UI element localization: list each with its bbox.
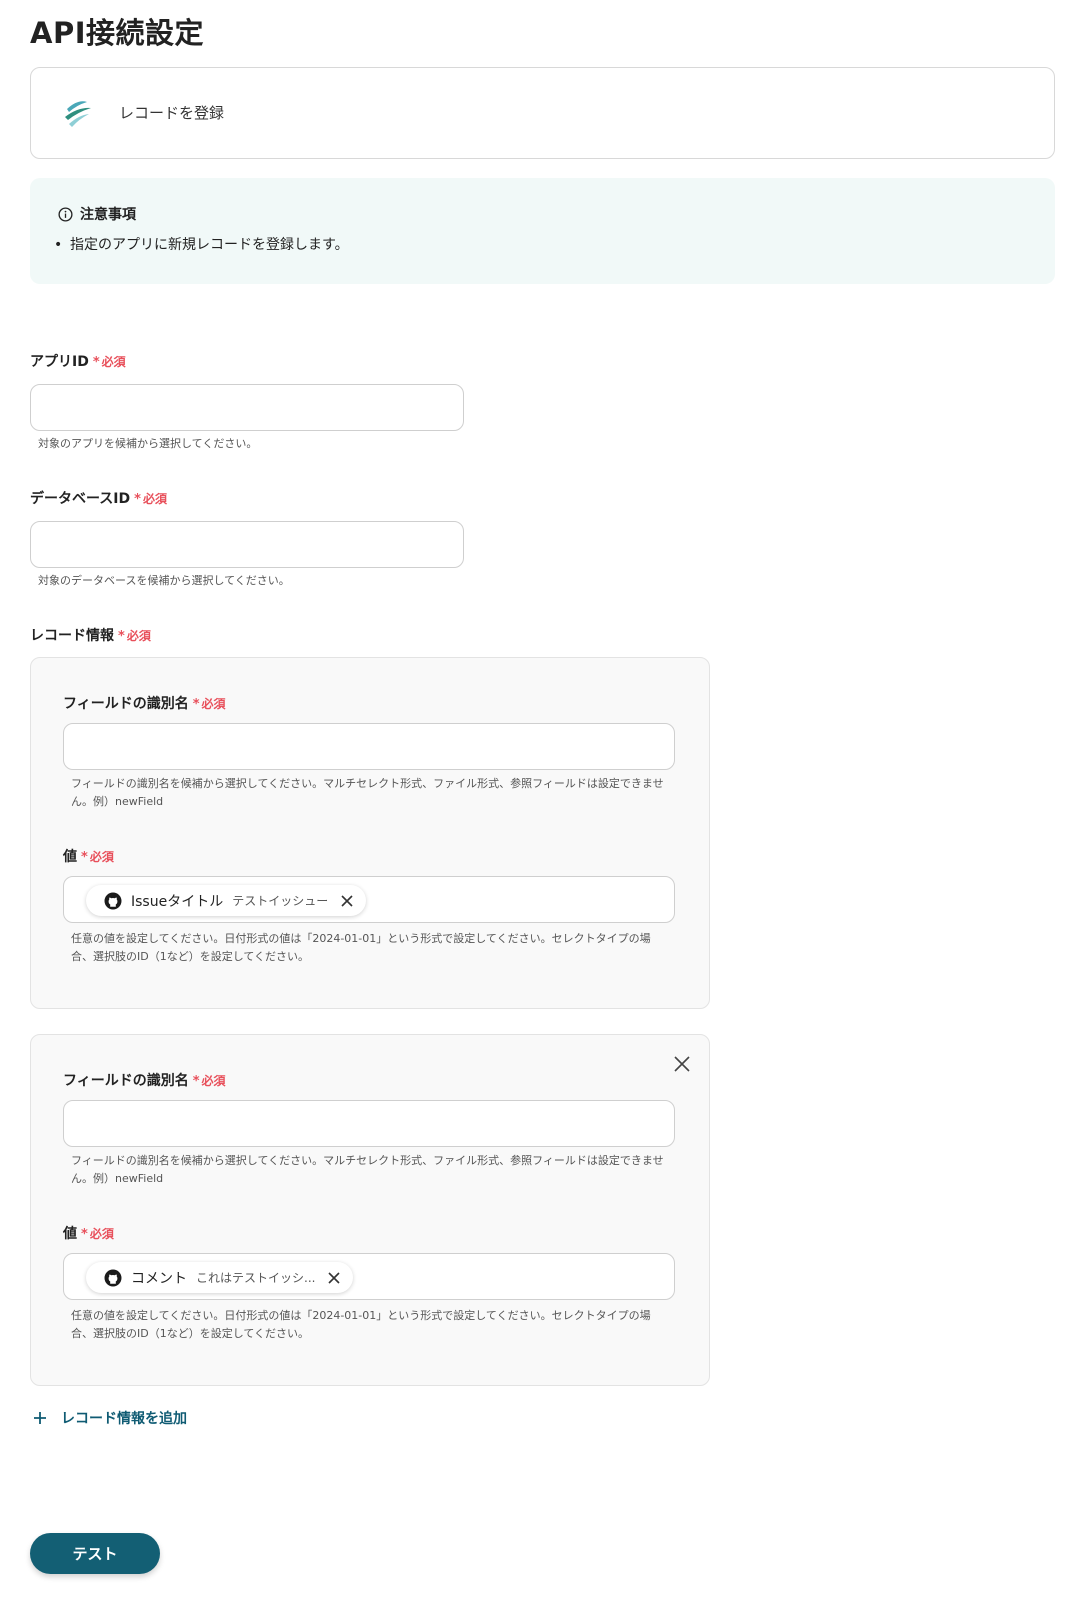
info-icon xyxy=(58,206,73,222)
plus-icon xyxy=(34,1412,46,1424)
required-badge: * 必須 xyxy=(81,850,114,865)
required-star: * xyxy=(81,850,88,865)
required-text: 必須 xyxy=(142,492,167,506)
field-identifier-label: フィールドの識別名 * 必須 xyxy=(63,693,226,713)
field-identifier-label-text: フィールドの識別名 xyxy=(63,1073,189,1089)
required-star: * xyxy=(92,355,100,370)
app-id-help: 対象のアプリを候補から選択してください。 xyxy=(38,437,258,450)
kintone-logo-icon xyxy=(65,101,91,127)
value-label-text: 値 xyxy=(63,849,77,865)
required-text: 必須 xyxy=(101,355,126,369)
required-text: 必須 xyxy=(126,629,151,643)
app-id-input[interactable] xyxy=(30,384,464,431)
value-input[interactable]: Issueタイトル テストイッシュー xyxy=(63,876,675,923)
required-text: 必須 xyxy=(201,697,226,711)
notice-item: • 指定のアプリに新規レコードを登録します。 xyxy=(54,234,349,254)
record-info-group: フィールドの識別名 * 必須 フィールドの識別名を候補から選択してください。マルチセ… xyxy=(30,1034,710,1386)
field-identifier-help: フィールドの識別名を候補から選択してください。マルチセレクト形式、ファイル形式、… xyxy=(71,777,664,808)
required-text: 必須 xyxy=(89,850,114,864)
value-help: 任意の値を設定してください。日付形式の値は「2024-01-01」という形式で設… xyxy=(71,1309,651,1340)
required-star: * xyxy=(192,1074,200,1089)
field-identifier-input[interactable] xyxy=(63,1100,675,1147)
database-id-help: 対象のデータベースを候補から選択してください。 xyxy=(38,574,290,587)
required-badge: * 必須 xyxy=(192,697,226,712)
github-icon xyxy=(104,892,122,909)
required-badge: * 必須 xyxy=(134,492,167,507)
add-record-info-label: レコード情報を追加 xyxy=(61,1411,187,1427)
close-icon[interactable] xyxy=(340,894,354,908)
chip-name: Issueタイトル xyxy=(131,893,224,910)
database-id-input[interactable] xyxy=(30,521,464,568)
required-star: * xyxy=(81,1227,88,1242)
test-button[interactable]: テスト xyxy=(30,1533,160,1574)
action-card: レコードを登録 xyxy=(30,67,1055,159)
required-text: 必須 xyxy=(201,1074,226,1088)
chip-name: コメント xyxy=(131,1270,187,1287)
value-label: 値 * 必須 xyxy=(63,846,114,866)
app-id-label: アプリID * 必須 xyxy=(30,351,126,371)
notice-box: 注意事項 • 指定のアプリに新規レコードを登録します。 xyxy=(30,178,1055,284)
notice-item-text: 指定のアプリに新規レコードを登録します。 xyxy=(70,237,349,253)
github-icon xyxy=(104,1269,122,1286)
add-record-info-link[interactable]: レコード情報を追加 xyxy=(33,1408,187,1428)
page-title: API接続設定 xyxy=(30,16,204,50)
record-info-label-text: レコード情報 xyxy=(30,628,114,644)
close-icon[interactable] xyxy=(327,1271,341,1285)
notice-title: 注意事項 xyxy=(80,207,136,223)
field-identifier-label-text: フィールドの識別名 xyxy=(63,696,189,712)
record-info-label: レコード情報 * 必須 xyxy=(30,625,151,645)
record-info-group: フィールドの識別名 * 必須 フィールドの識別名を候補から選択してください。マルチセ… xyxy=(30,657,710,1009)
required-star: * xyxy=(118,629,125,644)
bullet-icon: • xyxy=(54,237,63,253)
required-badge: * 必須 xyxy=(92,355,126,370)
required-text: 必須 xyxy=(89,1227,114,1241)
value-label: 値 * 必須 xyxy=(63,1223,114,1243)
required-badge: * 必須 xyxy=(192,1074,226,1089)
required-badge: * 必須 xyxy=(81,1227,114,1242)
value-help: 任意の値を設定してください。日付形式の値は「2024-01-01」という形式で設… xyxy=(71,932,651,963)
field-identifier-label: フィールドの識別名 * 必須 xyxy=(63,1070,226,1090)
action-name: レコードを登録 xyxy=(119,104,225,122)
chip-value: これはテストイッシ... xyxy=(196,1271,316,1285)
required-star: * xyxy=(192,697,200,712)
required-star: * xyxy=(134,492,141,507)
database-id-label-text: データベースID xyxy=(30,491,131,507)
value-input[interactable]: コメント これはテストイッシ... xyxy=(63,1253,675,1300)
chip-value: テストイッシュー xyxy=(232,894,329,908)
database-id-label: データベースID * 必須 xyxy=(30,488,167,508)
field-identifier-input[interactable] xyxy=(63,723,675,770)
required-badge: * 必須 xyxy=(118,629,151,644)
api-settings-page: API接続設定 レコードを登録 注意事項 • 指定のアプリに新規レコードを登録しま… xyxy=(0,0,1084,1600)
remove-group-close-icon[interactable] xyxy=(673,1055,691,1073)
notice-heading: 注意事項 xyxy=(58,204,136,224)
variable-chip[interactable]: Issueタイトル テストイッシュー xyxy=(86,885,367,916)
field-identifier-help: フィールドの識別名を候補から選択してください。マルチセレクト形式、ファイル形式、… xyxy=(71,1154,664,1185)
app-id-label-text: アプリID xyxy=(30,354,89,370)
variable-chip[interactable]: コメント これはテストイッシ... xyxy=(86,1262,354,1293)
value-label-text: 値 xyxy=(63,1226,77,1242)
